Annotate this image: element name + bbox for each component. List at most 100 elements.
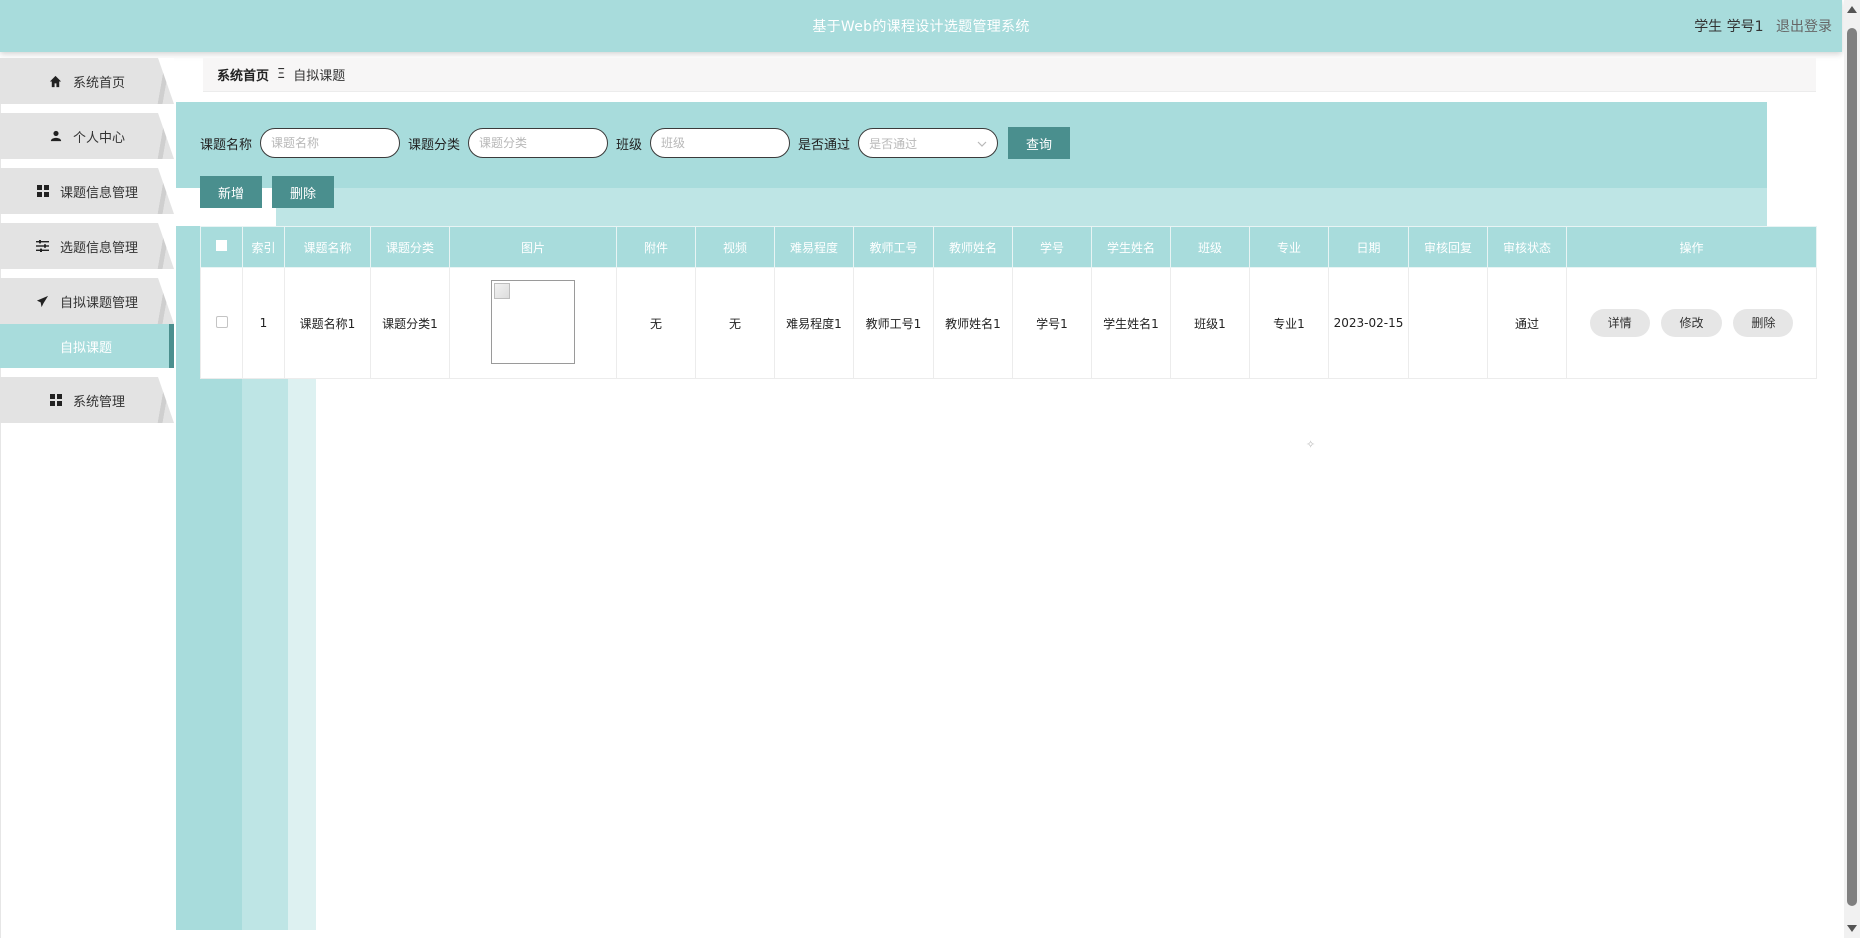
scrollbar-thumb[interactable] (1847, 28, 1857, 906)
cell-topic-category: 课题分类1 (370, 267, 450, 379)
grid-icon (49, 393, 63, 407)
select-all-checkbox[interactable] (200, 226, 243, 268)
data-table: 索引 课题名称 课题分类 图片 附件 视频 难易程度 教师工号 教师姓名 学号 … (200, 226, 1817, 379)
chevron-down-icon (977, 136, 987, 150)
sidebar-item-label: 自拟课题管理 (59, 295, 138, 311)
column-header: 课题分类 (370, 226, 450, 268)
sidebar-item-label: 课题信息管理 (59, 185, 138, 201)
column-header: 课题名称 (284, 226, 371, 268)
cell-review-reply (1408, 267, 1488, 379)
column-header: 班级 (1170, 226, 1250, 268)
search-form: 课题名称 课题分类 班级 是否通过 是否通过 查询 (200, 126, 1071, 160)
column-header: 审核状态 (1487, 226, 1567, 268)
passed-select-placeholder: 是否通过 (869, 136, 918, 151)
column-header: 教师工号 (853, 226, 934, 268)
cell-class: 班级1 (1170, 267, 1250, 379)
logout-link[interactable]: 退出登录 (1776, 19, 1832, 35)
breadcrumb: 系统首页 Ξ 自拟课题 (203, 58, 1816, 92)
cell-attachment: 无 (616, 267, 696, 379)
cell-index: 1 (242, 267, 285, 379)
scroll-up-arrow-icon[interactable] (1847, 6, 1857, 13)
add-button[interactable]: 新增 (200, 176, 262, 208)
sidebar-item-system[interactable]: 系统管理 (0, 377, 174, 423)
passed-select[interactable]: 是否通过 (858, 128, 999, 158)
table-header-row: 索引 课题名称 课题分类 图片 附件 视频 难易程度 教师工号 教师姓名 学号 … (200, 226, 1817, 268)
edit-button[interactable]: 修改 (1661, 309, 1722, 337)
sidebar-item-self-topic[interactable]: 自拟课题管理 (0, 278, 174, 324)
grid-icon (36, 184, 50, 198)
column-header: 图片 (449, 226, 617, 268)
class-label: 班级 (616, 137, 643, 153)
sliders-icon (36, 239, 50, 253)
delete-button[interactable]: 删除 (1733, 309, 1794, 337)
top-header: 基于Web的课程设计选题管理系统 学生 学号1 退出登录 (0, 0, 1842, 52)
breadcrumb-separator-icon: Ξ (277, 67, 286, 82)
scroll-down-arrow-icon[interactable] (1847, 925, 1857, 932)
cell-major: 专业1 (1249, 267, 1329, 379)
cell-student-id: 学号1 (1012, 267, 1092, 379)
nav-decoration (156, 168, 172, 214)
sidebar-item-label: 选题信息管理 (59, 240, 138, 256)
row-checkbox[interactable] (215, 315, 228, 328)
user-label: 学生 学号1 (1694, 19, 1764, 35)
sidebar-subitem-label: 自拟课题 (60, 340, 113, 356)
column-header: 视频 (695, 226, 775, 268)
topic-category-label: 课题分类 (408, 137, 461, 153)
batch-delete-button[interactable]: 删除 (272, 176, 334, 208)
column-header: 审核回复 (1408, 226, 1488, 268)
class-input[interactable] (650, 128, 791, 158)
panel-decoration-light (276, 188, 1767, 226)
table-row: 1 课题名称1 课题分类1 无 无 难易程度1 教师工号1 教师姓名1 学号1 … (200, 267, 1817, 379)
nav-decoration (156, 377, 172, 423)
column-header: 教师姓名 (933, 226, 1013, 268)
cell-image (449, 267, 617, 379)
mouse-cursor-icon: ✧ (1306, 438, 1316, 451)
topic-name-input[interactable] (260, 128, 401, 158)
topic-image (491, 279, 575, 364)
column-header: 专业 (1249, 226, 1329, 268)
detail-button[interactable]: 详情 (1589, 309, 1650, 337)
sidebar: 系统首页 个人中心 课题信息管理 选题信息管理 自拟课题管理 自拟课题 系统管理 (0, 58, 176, 432)
cell-video: 无 (695, 267, 775, 379)
nav-decoration (156, 58, 172, 104)
breadcrumb-home[interactable]: 系统首页 (217, 65, 269, 84)
user-info: 学生 学号1 退出登录 (1694, 16, 1832, 36)
sidebar-item-home[interactable]: 系统首页 (0, 58, 174, 104)
query-button[interactable]: 查询 (1008, 127, 1071, 159)
column-header: 学生姓名 (1091, 226, 1171, 268)
cell-date: 2023-02-15 (1328, 267, 1409, 379)
sidebar-subitem-self-topic[interactable]: 自拟课题 (0, 324, 174, 368)
checkbox-icon[interactable] (216, 240, 227, 251)
column-header: 学号 (1012, 226, 1092, 268)
cell-student-name: 学生姓名1 (1091, 267, 1171, 379)
nav-decoration (156, 278, 172, 324)
cell-teacher-id: 教师工号1 (853, 267, 934, 379)
broken-image-icon (494, 282, 510, 299)
nav-decoration (156, 223, 172, 269)
column-header: 附件 (616, 226, 696, 268)
passed-label: 是否通过 (798, 137, 851, 153)
sidebar-item-label: 个人中心 (72, 130, 125, 146)
row-checkbox-cell[interactable] (200, 267, 243, 379)
cell-teacher-name: 教师姓名1 (933, 267, 1013, 379)
sidebar-item-label: 系统管理 (72, 394, 125, 410)
sidebar-item-profile[interactable]: 个人中心 (0, 113, 174, 159)
send-icon (36, 294, 50, 308)
cell-topic-name: 课题名称1 (284, 267, 371, 379)
cell-review-status: 通过 (1487, 267, 1567, 379)
column-header: 索引 (242, 226, 285, 268)
user-icon (49, 129, 63, 143)
column-header: 难易程度 (774, 226, 854, 268)
cell-difficulty: 难易程度1 (774, 267, 854, 379)
sidebar-item-label: 系统首页 (72, 75, 125, 91)
topic-category-input[interactable] (468, 128, 609, 158)
sidebar-item-selection-info[interactable]: 选题信息管理 (0, 223, 174, 269)
action-bar: 新增 删除 (200, 176, 344, 208)
topic-name-label: 课题名称 (200, 137, 253, 153)
vertical-scrollbar[interactable] (1844, 0, 1860, 938)
app-title: 基于Web的课程设计选题管理系统 (812, 19, 1030, 35)
sidebar-item-topic-info[interactable]: 课题信息管理 (0, 168, 174, 214)
column-header: 操作 (1566, 226, 1817, 268)
cell-operations: 详情 修改 删除 (1566, 267, 1817, 379)
column-header: 日期 (1328, 226, 1409, 268)
